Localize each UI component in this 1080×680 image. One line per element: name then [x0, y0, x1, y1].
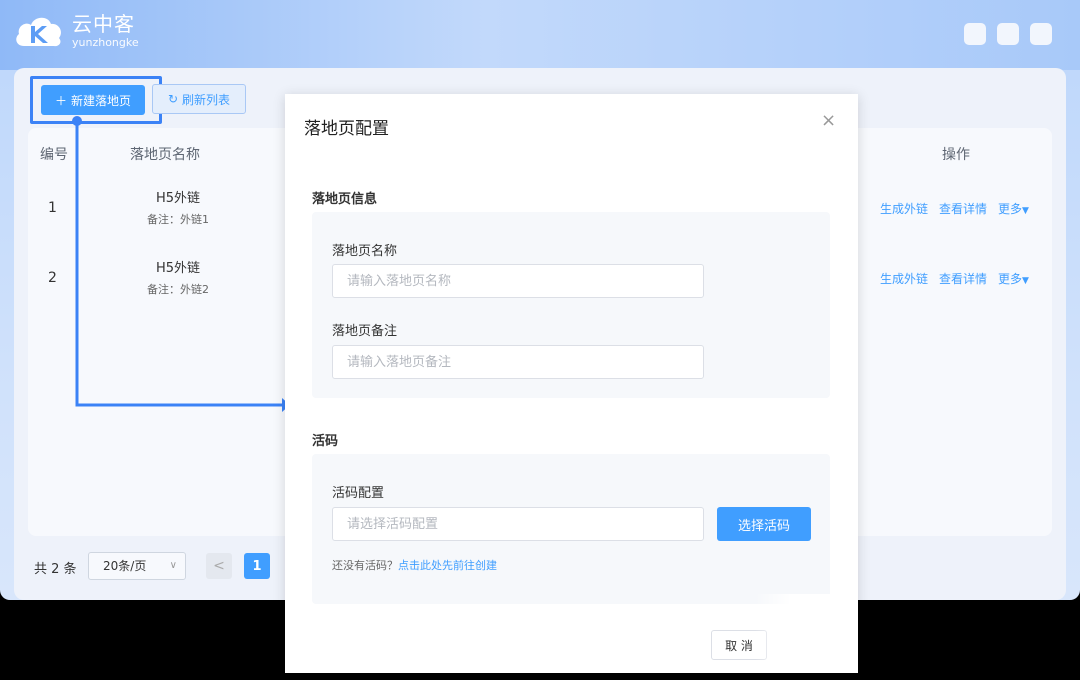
section-title-code: 活码 — [312, 434, 339, 449]
row-actions: 生成外链 查看详情 更多▼ — [880, 200, 1029, 217]
refresh-icon: ↻ — [167, 92, 179, 106]
header-bar — [0, 0, 1080, 70]
hint-text: 还没有活码？点击此处先前往创建 — [332, 557, 497, 573]
row-actions: 生成外链 查看详情 更多▼ — [880, 270, 1029, 287]
dialog-title: 落地页配置 — [304, 119, 389, 139]
logo: 云中客 yunzhongke — [14, 12, 139, 50]
code-select[interactable] — [332, 507, 704, 541]
fade-overlay — [755, 594, 858, 673]
row-name: H5外链 — [155, 191, 201, 206]
column-header-id: 编号 — [40, 147, 68, 163]
generate-link-button[interactable]: 生成外链 — [880, 200, 928, 217]
chevron-left-icon: < — [213, 558, 225, 574]
more-dropdown[interactable]: 更多▼ — [998, 200, 1029, 217]
prev-page-button[interactable]: < — [206, 553, 232, 579]
row-note: 备注：外链1 — [147, 213, 209, 226]
note-input[interactable] — [332, 345, 704, 379]
plus-icon: ＋ — [54, 93, 67, 108]
note-label: 落地页备注 — [332, 324, 398, 339]
view-detail-button[interactable]: 查看详情 — [939, 270, 987, 287]
new-landing-page-button[interactable]: ＋ 新建落地页 — [41, 85, 145, 115]
row-name-cell: H5外链 备注：外链1 — [118, 190, 238, 229]
section-title-info: 落地页信息 — [312, 192, 378, 207]
brand-text: 云中客 yunzhongke — [72, 12, 139, 50]
select-code-button[interactable]: 选择活码 — [717, 507, 811, 541]
column-header-name: 落地页名称 — [130, 147, 200, 163]
more-dropdown[interactable]: 更多▼ — [998, 270, 1029, 287]
total-count: 共 2 条 — [34, 562, 77, 577]
name-label: 落地页名称 — [332, 244, 398, 259]
window-control-button[interactable] — [1030, 23, 1052, 45]
create-code-link[interactable]: 点击此处先前往创建 — [398, 559, 497, 572]
cloud-logo-icon — [16, 17, 62, 47]
code-section: 活码配置 选择活码 还没有活码？点击此处先前往创建 — [312, 454, 830, 604]
brand-name: 云中客 — [72, 12, 135, 36]
view-detail-button[interactable]: 查看详情 — [939, 200, 987, 217]
hint-prefix: 还没有活码？ — [332, 559, 398, 572]
more-label: 更多 — [998, 272, 1023, 286]
close-icon[interactable]: × — [821, 110, 836, 131]
new-landing-page-highlight: ＋ 新建落地页 — [30, 76, 162, 124]
page-number-button[interactable]: 1 — [244, 553, 270, 579]
row-id: 2 — [48, 270, 57, 286]
page-size-value: 20条/页 — [103, 559, 147, 573]
caret-down-icon: ▼ — [1022, 206, 1029, 216]
window-control-button[interactable] — [964, 23, 986, 45]
code-label: 活码配置 — [332, 486, 385, 501]
new-landing-page-label: 新建落地页 — [71, 93, 132, 108]
generate-link-button[interactable]: 生成外链 — [880, 270, 928, 287]
window-control-button[interactable] — [997, 23, 1019, 45]
chevron-down-icon: ∨ — [169, 560, 177, 571]
landing-page-config-dialog: 落地页配置 × 落地页信息 落地页名称 落地页备注 活码 活码配置 选择活码 还… — [285, 94, 858, 673]
row-name-cell: H5外链 备注：外链2 — [118, 260, 238, 299]
caret-down-icon: ▼ — [1022, 276, 1029, 286]
refresh-list-label: 刷新列表 — [182, 92, 231, 107]
refresh-list-button[interactable]: ↻ 刷新列表 — [152, 84, 246, 114]
more-label: 更多 — [998, 202, 1023, 216]
column-header-actions: 操作 — [942, 147, 970, 163]
row-name: H5外链 — [155, 261, 201, 276]
brand-name-en: yunzhongke — [72, 36, 139, 49]
page-size-select[interactable]: 20条/页 ∨ — [88, 552, 186, 580]
row-note: 备注：外链2 — [147, 283, 209, 296]
name-input[interactable] — [332, 264, 704, 298]
row-id: 1 — [48, 200, 57, 216]
info-section: 落地页名称 落地页备注 — [312, 212, 830, 398]
